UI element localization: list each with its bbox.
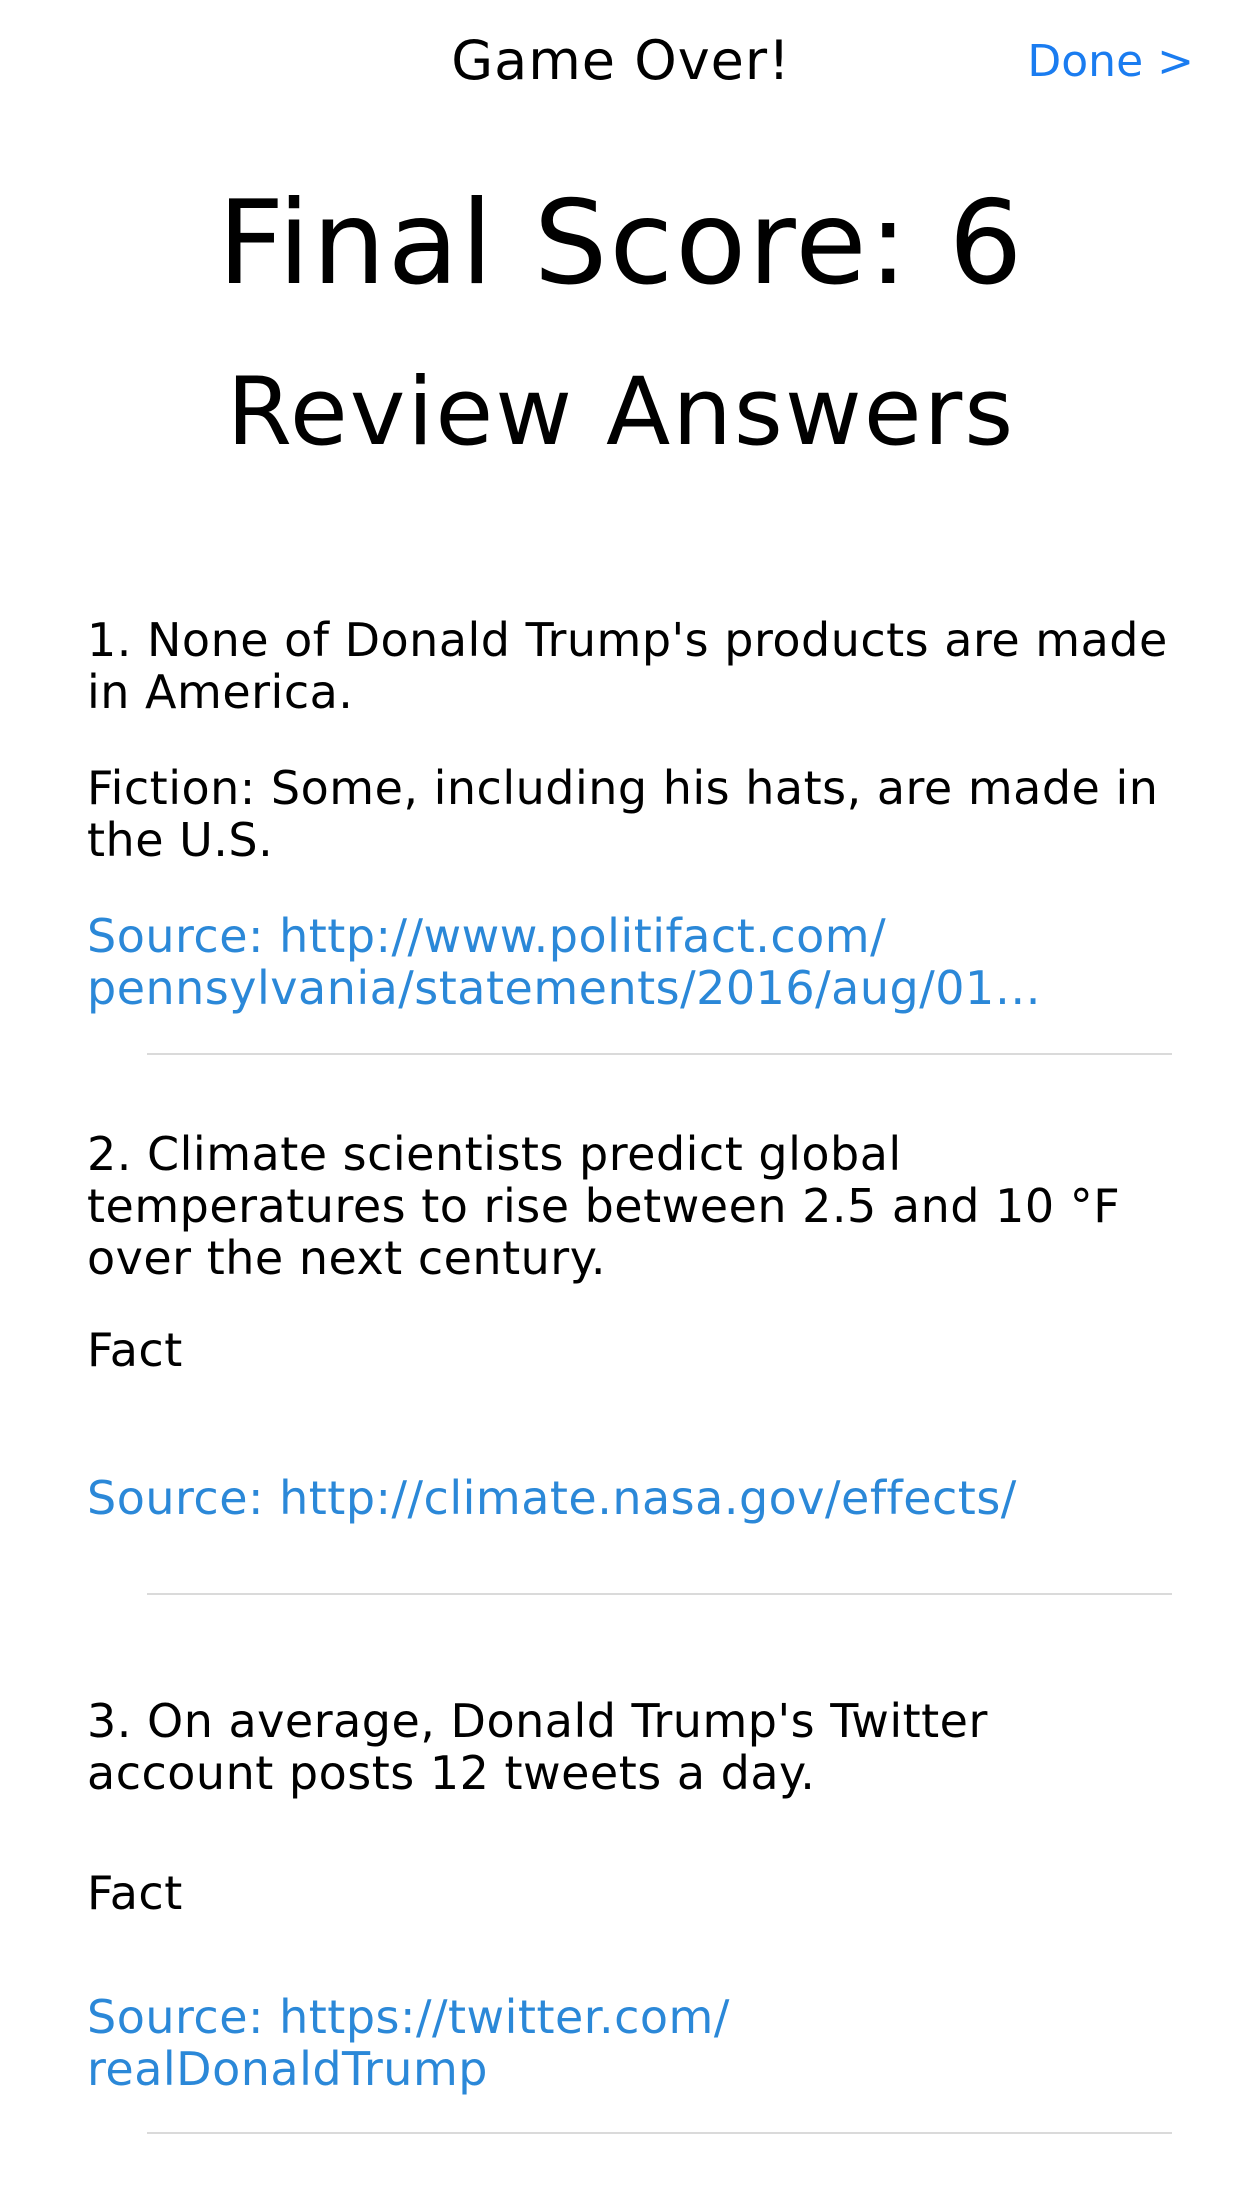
question-text: 3. On average, Donald Trump's Twitter ac… [87, 1694, 988, 1800]
answer-item-2: 2. Climate scientists predict global tem… [87, 1127, 1172, 1524]
answer-text: Fact [87, 1323, 183, 1377]
source-link[interactable]: Source: http://climate.nasa.gov/effects/ [87, 1472, 1087, 1524]
source-link-line: realDonaldTrump [87, 2042, 488, 2096]
source-link-line: Source: http://www.politifact.com/ [87, 909, 887, 963]
answers-list: 1. None of Donald Trump's products are m… [0, 0, 1242, 2208]
answer-text: Fact [87, 1866, 183, 1920]
answer-item-3: 3. On average, Donald Trump's Twitter ac… [87, 1694, 1172, 2095]
source-link[interactable]: Source: http://www.politifact.com/ penns… [87, 910, 1087, 1014]
answer-item-1: 1. None of Donald Trump's products are m… [87, 613, 1172, 1014]
question-text: 1. None of Donald Trump's products are m… [87, 613, 1168, 719]
question-text: 2. Climate scientists predict global tem… [87, 1127, 1121, 1285]
answer-text: Fiction: Some, including his hats, are m… [87, 761, 1159, 867]
row-separator [147, 1053, 1172, 1055]
row-separator [147, 1593, 1172, 1595]
row-separator [147, 2132, 1172, 2134]
source-link[interactable]: Source: https://twitter.com/ realDonaldT… [87, 1991, 1087, 2095]
source-link-line: pennsylvania/statements/2016/aug/01… [87, 961, 1042, 1015]
source-link-line: Source: https://twitter.com/ [87, 1990, 730, 2044]
